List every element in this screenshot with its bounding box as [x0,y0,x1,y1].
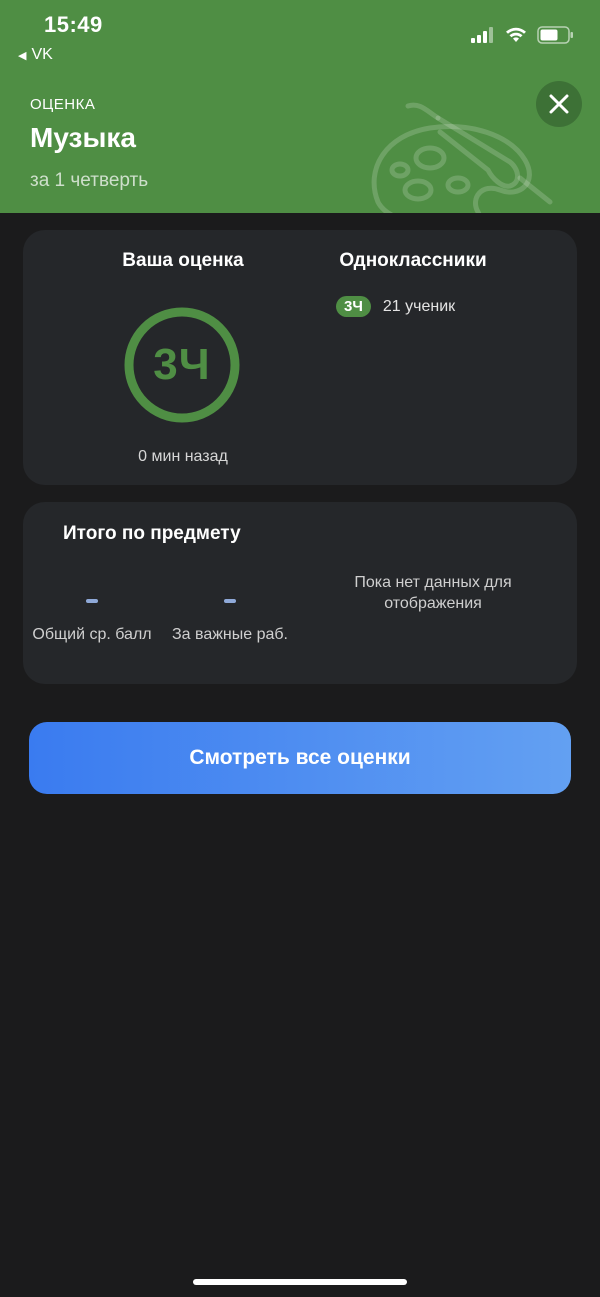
back-link[interactable]: ◀ VK [18,46,53,64]
summary-title: Итого по предмету [63,523,241,544]
classmates-title: Одноклассники [339,250,487,271]
summary-card: Итого по предмету Общий ср. балл За важн… [23,502,577,684]
view-all-grades-button[interactable]: Смотреть все оценки [29,722,571,794]
back-label: VK [31,46,53,63]
wifi-icon [506,27,526,42]
classmates-row[interactable]: 3Ч 21 ученик [336,296,455,317]
average-label: Общий ср. балл [32,626,152,643]
battery-icon [537,26,573,44]
important-value [224,599,236,603]
page-subtitle: за 1 четверть [30,170,149,191]
palette-brush-icon [371,102,553,213]
average-value [86,599,98,603]
home-indicator[interactable] [193,1279,407,1285]
header-eyebrow: ОЦЕНКА [30,96,96,113]
status-icons [471,26,574,44]
back-triangle-icon: ◀ [18,49,27,62]
header: 15:49 ◀ VK ОЦЕНКА Музыка за 1 четверть [0,0,600,213]
no-data-text: Пока нет данных для отображения [354,574,512,612]
close-button[interactable] [536,81,582,127]
your-grade-title: Ваша оценка [122,250,244,271]
signal-icon [471,27,493,43]
grade-value: 3Ч [153,340,211,389]
classmates-count: 21 ученик [382,297,456,315]
status-time: 15:49 [44,12,103,37]
close-icon [549,94,569,114]
grade-time: 0 мин назад [138,448,228,465]
classmates-grade-badge: 3Ч [336,296,371,317]
page-title: Музыка [30,122,136,153]
important-label: За важные раб. [171,626,288,643]
grade-card: Ваша оценка 3Ч 0 мин назад Одноклассники… [23,230,577,485]
